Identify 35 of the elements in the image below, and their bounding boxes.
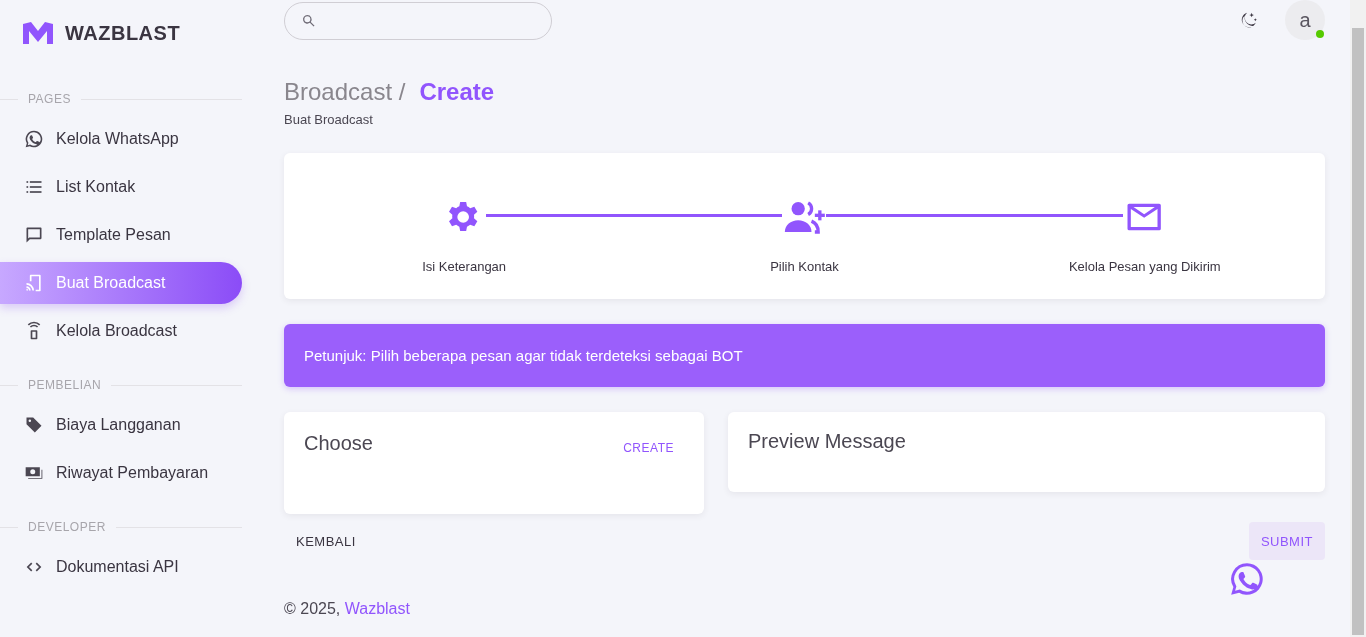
step-label: Kelola Pesan yang Dikirim xyxy=(1068,259,1221,274)
logo-icon xyxy=(23,22,53,44)
sidebar-item[interactable]: Dokumentasi API xyxy=(0,546,242,588)
create-button[interactable]: CREATE xyxy=(623,440,674,456)
section-heading: PAGES xyxy=(28,92,71,106)
footer-link[interactable]: Wazblast xyxy=(344,600,410,617)
avatar[interactable]: a xyxy=(1285,0,1325,40)
section-heading: DEVELOPER xyxy=(28,520,106,534)
search-icon xyxy=(301,13,317,29)
sidebar-item[interactable]: Kelola Broadcast xyxy=(0,310,242,352)
sidebar-item[interactable]: List Kontak xyxy=(0,166,242,208)
card-title: Choose xyxy=(304,432,373,456)
scrollbar[interactable] xyxy=(1352,28,1364,635)
copyright-text: © 2025, xyxy=(284,600,342,617)
hint-banner: Petunjuk: Pilih beberapa pesan agar tidak terdeteksi sebagai BOT xyxy=(284,324,1325,387)
back-button[interactable]: KEMBALI xyxy=(284,522,368,560)
page-title: Create xyxy=(419,78,495,106)
tag-icon xyxy=(24,415,44,435)
page-subtitle: Buat Broadcast xyxy=(284,112,374,127)
avatar-letter: a xyxy=(1299,8,1311,32)
sidebar-item[interactable]: Riwayat Pembayaran xyxy=(0,452,242,494)
sidebar-item[interactable]: Kelola WhatsApp xyxy=(0,118,242,160)
section-heading: PEMBELIAN xyxy=(28,378,102,392)
step-label: Isi Keterangan xyxy=(422,259,507,274)
submit-button[interactable]: SUBMIT xyxy=(1248,522,1325,560)
sidebar-item[interactable]: Template Pesan xyxy=(0,214,242,256)
breadcrumb-parent: Broadcast / xyxy=(284,78,406,106)
brand-name: WAZBLAST xyxy=(65,21,181,45)
sidebar-item[interactable]: Biaya Langganan xyxy=(0,404,242,446)
cast-icon xyxy=(24,273,44,293)
card-title: Preview Message xyxy=(748,430,906,452)
step-label: Pilih Kontak xyxy=(770,259,839,274)
chat-icon xyxy=(24,225,44,245)
whatsapp-icon[interactable] xyxy=(1228,560,1266,598)
whatsapp-icon xyxy=(24,129,44,149)
